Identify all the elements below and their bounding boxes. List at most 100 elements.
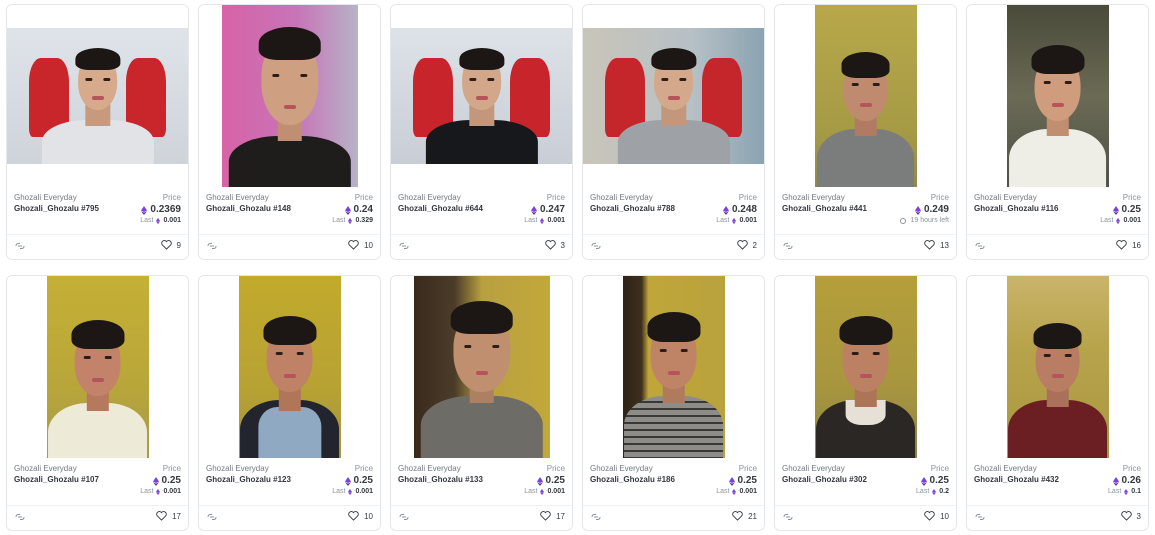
- nft-image[interactable]: [583, 276, 764, 458]
- eth-icon: [1112, 205, 1119, 215]
- price: 0.25: [152, 475, 181, 486]
- heart-icon: [1120, 511, 1132, 521]
- nft-card[interactable]: Ghozali Everyday Ghozali_Ghozalu #133 Pr…: [390, 275, 573, 531]
- clock-icon: [900, 217, 907, 224]
- nft-image[interactable]: [967, 276, 1148, 458]
- price: 0.25: [728, 475, 757, 486]
- heart-icon: [156, 511, 167, 521]
- card-footer: 17: [391, 505, 572, 530]
- nft-card[interactable]: Ghozali Everyday Ghozali_Ghozalu #644 Pr…: [390, 4, 573, 260]
- nft-image[interactable]: [391, 276, 572, 458]
- eth-icon: [348, 488, 353, 495]
- price-value: 0.247: [539, 204, 565, 215]
- collection-name[interactable]: Ghozali Everyday: [398, 193, 461, 202]
- nft-card[interactable]: Ghozali Everyday Ghozali_Ghozalu #432 Pr…: [966, 275, 1149, 531]
- nft-name: Ghozali_Ghozalu #186: [590, 475, 675, 484]
- favorite-button[interactable]: 3: [1120, 511, 1141, 521]
- card-footer: 10: [775, 505, 956, 530]
- nft-image[interactable]: [967, 5, 1148, 187]
- link-icon[interactable]: [591, 513, 601, 521]
- favorite-button[interactable]: 2: [736, 240, 757, 250]
- nft-image[interactable]: [7, 5, 188, 187]
- price: 0.249: [914, 204, 949, 215]
- favorite-button[interactable]: 17: [540, 511, 565, 521]
- link-icon[interactable]: [975, 513, 985, 521]
- nft-card[interactable]: Ghozali Everyday Ghozali_Ghozalu #441 Pr…: [774, 4, 957, 260]
- favorite-button[interactable]: 10: [348, 240, 373, 250]
- nft-image[interactable]: [775, 276, 956, 458]
- favorite-button[interactable]: 21: [732, 511, 757, 521]
- collection-name[interactable]: Ghozali Everyday: [974, 193, 1037, 202]
- nft-image[interactable]: [391, 5, 572, 187]
- favorite-count: 2: [752, 240, 757, 250]
- link-icon[interactable]: [783, 513, 793, 521]
- nft-name: Ghozali_Ghozalu #302: [782, 475, 867, 484]
- favorite-button[interactable]: 13: [924, 240, 949, 250]
- last-sale: Last 0.001: [524, 488, 565, 495]
- nft-card[interactable]: Ghozali Everyday Ghozali_Ghozalu #788 Pr…: [582, 4, 765, 260]
- favorite-button[interactable]: 10: [348, 511, 373, 521]
- nft-grid: Ghozali Everyday Ghozali_Ghozalu #795 Pr…: [6, 4, 1149, 531]
- collection-name[interactable]: Ghozali Everyday: [398, 464, 461, 473]
- favorite-count: 10: [364, 511, 373, 521]
- nft-image[interactable]: [583, 5, 764, 187]
- collection-name[interactable]: Ghozali Everyday: [782, 464, 845, 473]
- favorite-count: 21: [748, 511, 757, 521]
- price-label: Price: [162, 193, 181, 202]
- nft-card[interactable]: Ghozali Everyday Ghozali_Ghozalu #795 Pr…: [6, 4, 189, 260]
- price: 0.26: [1112, 475, 1141, 486]
- nft-image[interactable]: [7, 276, 188, 458]
- nft-card[interactable]: Ghozali Everyday Ghozali_Ghozalu #116 Pr…: [966, 4, 1149, 260]
- price: 0.24: [344, 204, 373, 215]
- nft-card[interactable]: Ghozali Everyday Ghozali_Ghozalu #302 Pr…: [774, 275, 957, 531]
- eth-icon: [156, 488, 161, 495]
- last-value: 0.001: [355, 488, 373, 495]
- favorite-button[interactable]: 10: [924, 511, 949, 521]
- link-icon[interactable]: [399, 513, 409, 521]
- link-icon[interactable]: [591, 242, 601, 250]
- favorite-button[interactable]: 17: [156, 511, 181, 521]
- collection-name[interactable]: Ghozali Everyday: [590, 464, 653, 473]
- collection-name[interactable]: Ghozali Everyday: [14, 193, 77, 202]
- collection-name[interactable]: Ghozali Everyday: [14, 464, 77, 473]
- price-label: Price: [546, 464, 565, 473]
- link-icon[interactable]: [975, 242, 985, 250]
- price-label: Price: [738, 464, 757, 473]
- link-icon[interactable]: [15, 242, 25, 250]
- collection-name[interactable]: Ghozali Everyday: [590, 193, 653, 202]
- price: 0.25: [1112, 204, 1141, 215]
- nft-card[interactable]: Ghozali Everyday Ghozali_Ghozalu #186 Pr…: [582, 275, 765, 531]
- last-label: Last: [916, 488, 930, 495]
- nft-card[interactable]: Ghozali Everyday Ghozali_Ghozalu #123 Pr…: [198, 275, 381, 531]
- nft-image[interactable]: [199, 5, 380, 187]
- nft-image[interactable]: [199, 276, 380, 458]
- collection-name[interactable]: Ghozali Everyday: [782, 193, 845, 202]
- heart-icon: [924, 240, 935, 250]
- last-label: Last: [140, 488, 154, 495]
- collection-name[interactable]: Ghozali Everyday: [206, 193, 269, 202]
- price-label: Price: [546, 193, 565, 202]
- favorite-button[interactable]: 16: [1116, 240, 1141, 250]
- price-value: 0.24: [353, 204, 373, 215]
- nft-card[interactable]: Ghozali Everyday Ghozali_Ghozalu #148 Pr…: [198, 4, 381, 260]
- last-sale: Last 0.001: [140, 217, 181, 224]
- favorite-button[interactable]: 9: [160, 240, 181, 250]
- favorite-count: 16: [1132, 240, 1141, 250]
- link-icon[interactable]: [399, 242, 409, 250]
- nft-image[interactable]: [775, 5, 956, 187]
- favorite-button[interactable]: 3: [544, 240, 565, 250]
- link-icon[interactable]: [207, 242, 217, 250]
- nft-name: Ghozali_Ghozalu #795: [14, 204, 99, 213]
- collection-name[interactable]: Ghozali Everyday: [206, 464, 269, 473]
- link-icon[interactable]: [783, 242, 793, 250]
- link-icon[interactable]: [207, 513, 217, 521]
- eth-icon: [932, 488, 937, 495]
- card-footer: 2: [583, 234, 764, 259]
- last-value: 0.001: [163, 217, 181, 224]
- card-footer: 16: [967, 234, 1148, 259]
- card-info: Ghozali Everyday Ghozali_Ghozalu #148 Pr…: [206, 193, 373, 229]
- link-icon[interactable]: [15, 513, 25, 521]
- nft-card[interactable]: Ghozali Everyday Ghozali_Ghozalu #107 Pr…: [6, 275, 189, 531]
- collection-name[interactable]: Ghozali Everyday: [974, 464, 1037, 473]
- heart-icon: [924, 511, 935, 521]
